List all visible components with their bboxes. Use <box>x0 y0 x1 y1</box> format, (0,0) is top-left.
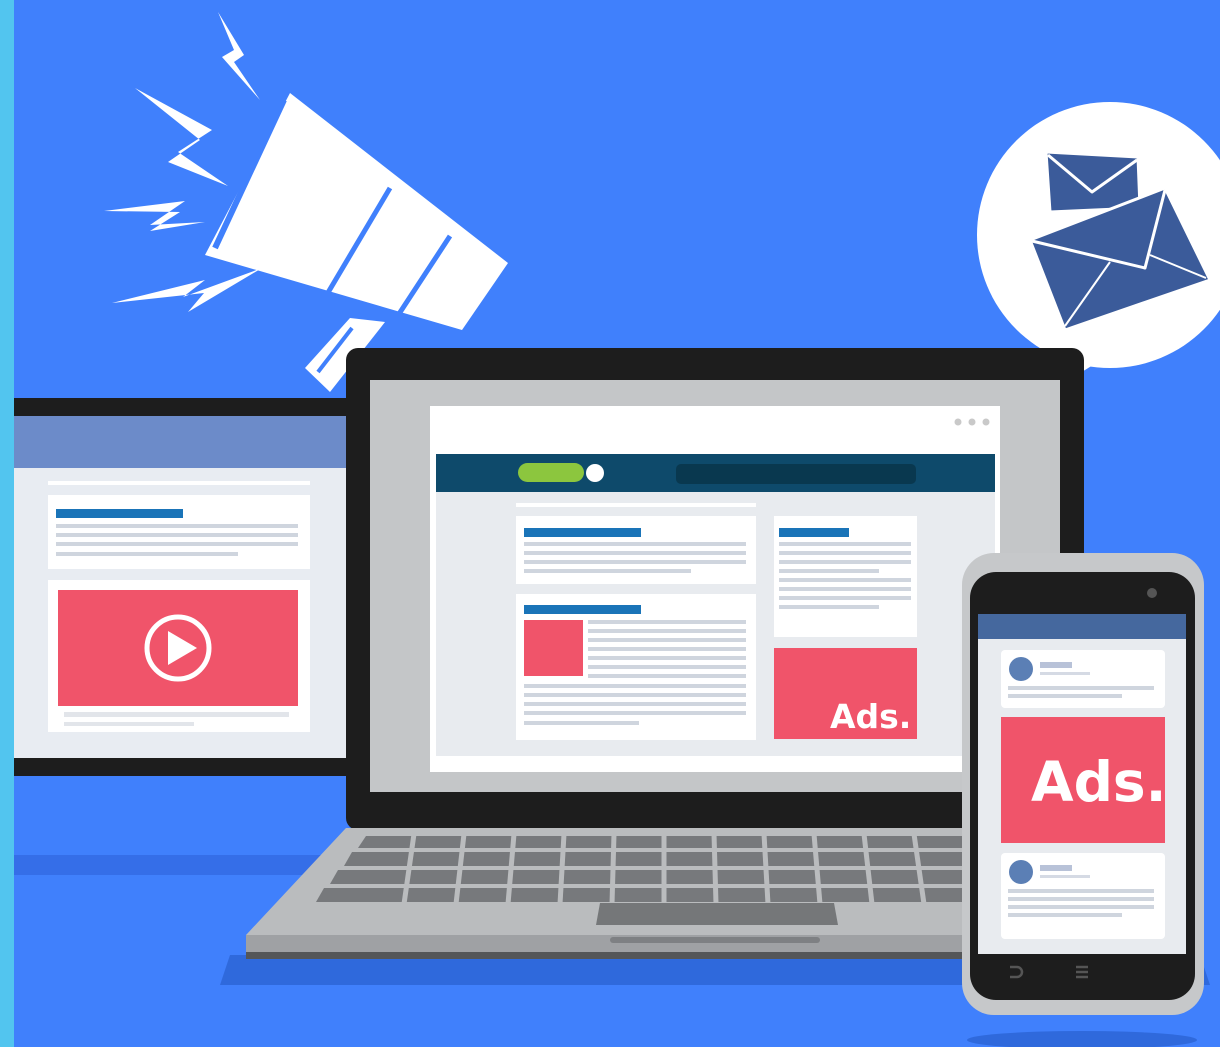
megaphone-icon <box>104 12 508 392</box>
article-card-1 <box>516 516 756 584</box>
illustration <box>14 12 1220 1047</box>
browser-logo-pill <box>518 463 584 482</box>
phone-ad-label: Ads. <box>1031 750 1167 814</box>
bolt-low <box>104 201 205 231</box>
browser-search-bar <box>676 464 916 484</box>
phone-app-header <box>978 614 1186 639</box>
monitor-card-title-line <box>56 509 183 518</box>
article-thumbnail <box>524 620 583 676</box>
phone-post-avatar <box>1009 657 1033 681</box>
bolt-mid <box>135 88 228 186</box>
phone-floor-shadow <box>967 1031 1197 1047</box>
bolt-bottom <box>112 268 262 312</box>
bolt-top <box>218 12 260 100</box>
browser-logo-dot <box>586 464 604 482</box>
laptop-ad-label: Ads. <box>830 697 912 736</box>
monitor-rule <box>48 481 310 485</box>
monitor-text-card <box>48 495 310 569</box>
megaphone-cone <box>205 93 508 330</box>
phone-camera <box>1147 588 1157 598</box>
left-monitor <box>14 398 356 776</box>
laptop-trackpad <box>596 903 838 925</box>
monitor-header-bar <box>14 416 356 468</box>
monitor-floor-shadow <box>14 855 354 875</box>
